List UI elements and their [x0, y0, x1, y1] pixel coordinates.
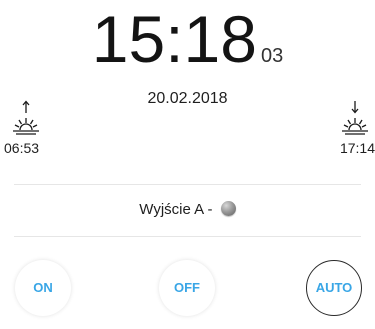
sunset-icon	[342, 101, 368, 135]
sunrise-time: 06:53	[4, 140, 40, 156]
output-label: Wyjście A -	[139, 201, 213, 218]
divider	[14, 236, 361, 237]
clock-seconds: 03	[260, 45, 284, 67]
output-status: Wyjście A -	[0, 201, 375, 218]
sunset-time: 17:14	[339, 140, 375, 156]
divider	[14, 184, 361, 185]
on-button[interactable]: ON	[15, 260, 71, 316]
sunrise-block: 06:53	[4, 99, 54, 156]
off-button[interactable]: OFF	[159, 260, 215, 316]
status-led-icon	[220, 201, 236, 216]
date-label: 20.02.2018	[147, 90, 228, 107]
clock-hours-minutes: 15:18	[91, 2, 257, 76]
sunset-block: 17:14	[325, 99, 375, 156]
auto-button[interactable]: AUTO	[306, 260, 362, 316]
clock: 15:18 03	[0, 2, 375, 76]
sunrise-icon	[13, 100, 39, 135]
